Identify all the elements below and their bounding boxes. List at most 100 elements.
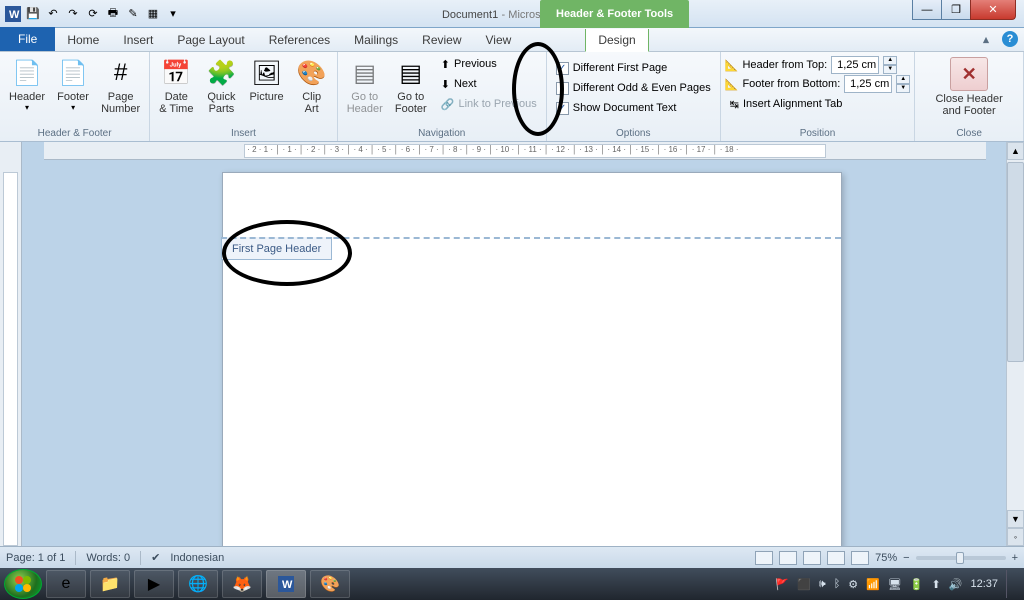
tray-icon[interactable]: 🖥 <box>888 578 902 591</box>
tray-bluetooth-icon[interactable]: ᛒ <box>834 578 841 590</box>
checkbox-icon: ✓ <box>556 62 569 75</box>
start-button[interactable] <box>4 569 42 599</box>
title-bar: W 💾 ↶ ↷ ⟳ 🖶 ✎ ▦ ▾ Document1 - Microsoft … <box>0 0 1024 28</box>
scroll-down-icon[interactable]: ▼ <box>1007 510 1024 528</box>
save-icon[interactable]: 💾 <box>24 5 42 23</box>
tray-network-icon[interactable]: 📶 <box>866 578 880 591</box>
group-label: Navigation <box>342 126 542 141</box>
quick-parts-button[interactable]: 🧩Quick Parts <box>200 54 242 118</box>
taskbar-firefox-icon[interactable]: 🦊 <box>222 570 262 598</box>
draft-view-icon[interactable] <box>851 551 869 565</box>
header-top-input[interactable] <box>831 56 879 74</box>
vertical-scrollbar[interactable]: ▲ ▼ ◦ <box>1006 142 1024 546</box>
restore-button[interactable]: ❐ <box>941 0 971 20</box>
tab-page-layout[interactable]: Page Layout <box>165 29 256 51</box>
full-screen-view-icon[interactable] <box>779 551 797 565</box>
word-icon[interactable]: W <box>4 5 22 23</box>
redo-icon[interactable]: ↷ <box>64 5 82 23</box>
taskbar-app-icon[interactable]: 🎨 <box>310 570 350 598</box>
footer-button[interactable]: 📄Footer▾ <box>52 54 94 115</box>
zoom-level[interactable]: 75% <box>875 552 897 564</box>
document-area[interactable]: · 2 · 1 · │ · 1 · │ · 2 · │ · 3 · │ · 4 … <box>22 142 1006 546</box>
picture-button[interactable]: 🖼Picture <box>244 54 288 106</box>
taskbar-media-icon[interactable]: ▶ <box>134 570 174 598</box>
outline-view-icon[interactable] <box>827 551 845 565</box>
clock[interactable]: 12:37 <box>970 578 998 590</box>
scroll-up-icon[interactable]: ▲ <box>1007 142 1024 160</box>
tab-icon: ↹ <box>730 98 739 111</box>
tab-design[interactable]: Design <box>585 29 648 52</box>
previous-button[interactable]: ⬆Previous <box>436 54 542 74</box>
spinner[interactable]: ▲▼ <box>896 75 910 93</box>
vertical-ruler[interactable] <box>0 142 22 546</box>
tab-references[interactable]: References <box>257 29 342 51</box>
different-first-page-checkbox[interactable]: ✓Different First Page <box>551 58 716 78</box>
print-layout-view-icon[interactable] <box>755 551 773 565</box>
footer-bottom-input[interactable] <box>844 75 892 93</box>
different-odd-even-checkbox[interactable]: Different Odd & Even Pages <box>551 78 716 98</box>
tab-review[interactable]: Review <box>410 29 473 51</box>
show-desktop-button[interactable] <box>1006 570 1014 598</box>
zoom-slider[interactable] <box>916 556 1006 560</box>
status-bar: Page: 1 of 1 Words: 0 ✔ Indonesian 75% −… <box>0 546 1024 568</box>
undo-icon[interactable]: ↶ <box>44 5 62 23</box>
word-count[interactable]: Words: 0 <box>86 552 130 564</box>
tray-icon[interactable]: ⚙ <box>848 578 858 591</box>
header-button[interactable]: 📄Header▾ <box>4 54 50 115</box>
group-header-footer: 📄Header▾ 📄Footer▾ #Page Number Header & … <box>0 52 150 141</box>
tray-battery-icon[interactable]: 🔋 <box>910 578 924 591</box>
tray-icon[interactable]: ⬆ <box>932 578 941 591</box>
page-number-button[interactable]: #Page Number <box>96 54 145 118</box>
tray-flag-icon[interactable]: 🚩 <box>775 578 789 591</box>
next-button[interactable]: ⬇Next <box>436 74 542 94</box>
workspace: · 2 · 1 · │ · 1 · │ · 2 · │ · 3 · │ · 4 … <box>0 142 1024 546</box>
scroll-thumb[interactable] <box>1007 162 1024 362</box>
tab-view[interactable]: View <box>474 29 524 51</box>
qat-icon[interactable]: 🖶 <box>104 5 122 23</box>
ribbon-tabs: File Home Insert Page Layout References … <box>0 28 1024 52</box>
browse-object-icon[interactable]: ◦ <box>1007 528 1024 546</box>
group-label: Options <box>551 126 716 141</box>
tray-volume-icon[interactable]: 🔊 <box>949 578 963 591</box>
taskbar-app-icon[interactable]: 🌐 <box>178 570 218 598</box>
tray-icon[interactable]: 🕪 <box>819 578 826 591</box>
qat-dropdown-icon[interactable]: ▾ <box>164 5 182 23</box>
close-button[interactable]: ✕ <box>970 0 1016 20</box>
spinner[interactable]: ▲▼ <box>883 56 897 74</box>
tray-icon[interactable]: ⬛ <box>797 578 811 591</box>
page[interactable]: First Page Header <box>222 172 842 546</box>
goto-header-button[interactable]: ▤Go to Header <box>342 54 388 118</box>
tab-insert[interactable]: Insert <box>111 29 165 51</box>
date-time-button[interactable]: 📅Date & Time <box>154 54 198 118</box>
minimize-button[interactable]: — <box>912 0 942 20</box>
quick-access-toolbar: W 💾 ↶ ↷ ⟳ 🖶 ✎ ▦ ▾ <box>0 5 186 23</box>
date-time-icon: 📅 <box>160 57 192 89</box>
goto-footer-button[interactable]: ▤Go to Footer <box>390 54 432 118</box>
help-icon[interactable]: ? <box>1002 31 1018 47</box>
window-controls: — ❐ ✕ <box>913 0 1024 20</box>
qat-icon[interactable]: ⟳ <box>84 5 102 23</box>
group-label: Position <box>725 126 911 141</box>
qat-icon[interactable]: ✎ <box>124 5 142 23</box>
picture-icon: 🖼 <box>251 57 283 89</box>
proofing-icon[interactable]: ✔ <box>151 551 160 564</box>
web-layout-view-icon[interactable] <box>803 551 821 565</box>
horizontal-ruler[interactable]: · 2 · 1 · │ · 1 · │ · 2 · │ · 3 · │ · 4 … <box>44 142 986 160</box>
close-header-footer-button[interactable]: ✕Close Header and Footer <box>930 54 1007 120</box>
tab-file[interactable]: File <box>0 27 55 51</box>
tab-mailings[interactable]: Mailings <box>342 29 410 51</box>
taskbar-word-icon[interactable]: W <box>266 570 306 598</box>
clip-art-button[interactable]: 🎨Clip Art <box>291 54 333 118</box>
page-status[interactable]: Page: 1 of 1 <box>6 552 65 564</box>
tab-home[interactable]: Home <box>55 29 111 51</box>
qat-icon[interactable]: ▦ <box>144 5 162 23</box>
taskbar-explorer-icon[interactable]: 📁 <box>90 570 130 598</box>
minimize-ribbon-icon[interactable]: ▴ <box>978 31 994 47</box>
insert-alignment-tab-button[interactable]: ↹Insert Alignment Tab <box>725 94 911 114</box>
taskbar-ie-icon[interactable]: e <box>46 570 86 598</box>
language-status[interactable]: Indonesian <box>170 552 224 564</box>
show-document-text-checkbox[interactable]: ✓Show Document Text <box>551 98 716 118</box>
checkbox-icon <box>556 82 569 95</box>
zoom-out-icon[interactable]: − <box>903 552 909 564</box>
zoom-in-icon[interactable]: + <box>1012 552 1018 564</box>
